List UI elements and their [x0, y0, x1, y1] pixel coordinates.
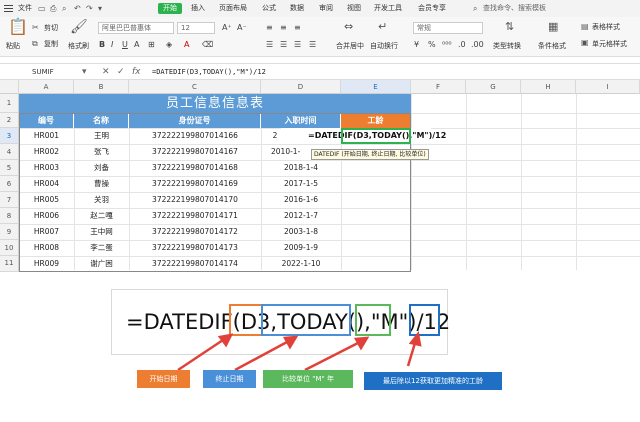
arrow-divisor-head: [408, 331, 422, 347]
label-start-date: 开始日期: [137, 370, 190, 388]
arrow-end-head: [282, 335, 299, 350]
label-divide-note: 最后除以12获取更加精准的工龄: [364, 372, 502, 390]
arrow-divisor: [406, 342, 417, 367]
arrow-unit: [304, 341, 359, 372]
arrow-overlay: [177, 331, 422, 372]
label-end-date: 终止日期: [203, 370, 256, 388]
arrow-start: [177, 338, 224, 372]
arrow-start-head: [217, 333, 234, 348]
arrow-unit-head: [353, 336, 370, 351]
label-unit: 比较单位 "M" 年: [263, 370, 353, 388]
arrow-end: [234, 340, 288, 372]
